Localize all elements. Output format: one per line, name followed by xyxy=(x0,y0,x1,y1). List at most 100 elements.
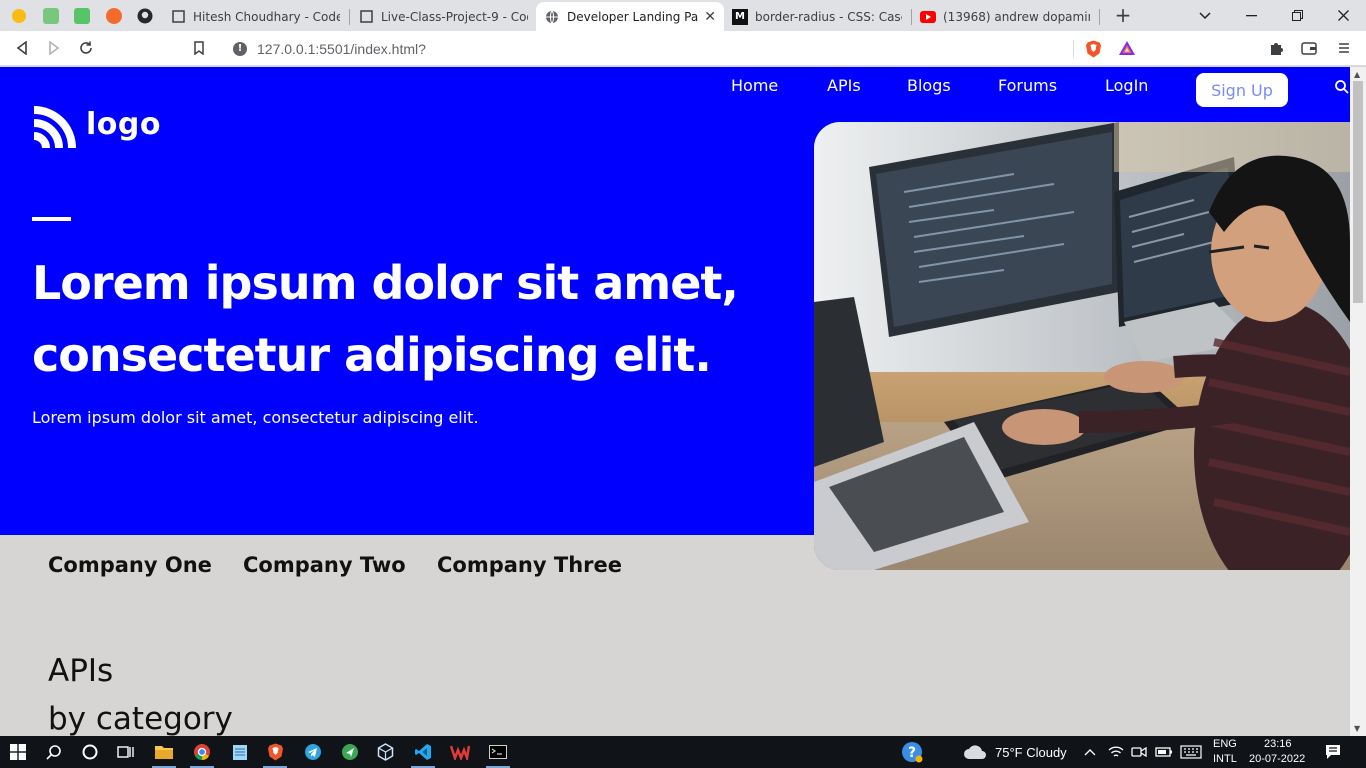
windows-taskbar: ? 75°F Cloudy ENG INTL 23:16 20-07-2022 xyxy=(0,736,1366,768)
tab-mdn[interactable]: M border-radius - CSS: Cascad xyxy=(724,2,910,31)
notepad-icon xyxy=(233,745,247,760)
tab-search-button[interactable] xyxy=(1182,0,1228,31)
search-icon[interactable] xyxy=(1334,79,1350,95)
wallet-icon xyxy=(1301,41,1317,55)
minimize-button[interactable] xyxy=(1228,0,1274,31)
nav-link-forums[interactable]: Forums xyxy=(998,76,1057,95)
weather-text[interactable]: 75°F Cloudy xyxy=(995,745,1067,760)
info-icon[interactable]: ! xyxy=(233,41,247,56)
restore-icon xyxy=(1291,10,1303,21)
address-bar[interactable]: ! 127.0.0.1:5501/index.html? xyxy=(221,35,1145,62)
extensions-button[interactable] xyxy=(1263,36,1289,60)
taskbar-terminal[interactable] xyxy=(486,740,510,768)
apis-heading-line-1: APIs xyxy=(48,653,114,689)
taskbar-virtualbox[interactable] xyxy=(373,740,397,764)
taskbar-search-button[interactable] xyxy=(42,740,66,764)
start-button[interactable] xyxy=(6,740,30,764)
hero-subtitle: Lorem ipsum dolor sit amet, consectetur … xyxy=(32,408,479,427)
battery-icon[interactable] xyxy=(1155,746,1173,758)
svg-text:?: ? xyxy=(908,745,916,761)
taskbar-brave[interactable] xyxy=(263,740,287,768)
clock-date[interactable]: 20-07-2022 xyxy=(1249,753,1305,765)
new-tab-button[interactable]: + xyxy=(1112,3,1134,27)
taskbar-vscode[interactable] xyxy=(411,740,435,768)
bulb-icon xyxy=(12,9,26,23)
tab-title: Hitesh Choudhary - CodeSan xyxy=(193,9,340,24)
restore-button[interactable] xyxy=(1274,0,1320,31)
close-window-button[interactable] xyxy=(1320,0,1366,31)
wifi-icon[interactable] xyxy=(1108,745,1124,759)
puzzle-icon xyxy=(1270,42,1283,55)
menu-button[interactable] xyxy=(1331,36,1357,60)
nav-link-apis[interactable]: APIs xyxy=(827,76,861,95)
tray-chevron-up-icon[interactable] xyxy=(1084,748,1096,756)
taskbar-green-app[interactable] xyxy=(338,740,362,764)
scroll-down-arrow-icon[interactable]: ▼ xyxy=(1354,724,1360,733)
notifications-icon[interactable] xyxy=(1325,744,1341,760)
tab-codesandbox-2[interactable]: Live-Class-Project-9 - CodeS xyxy=(350,2,536,31)
nav-link-blogs[interactable]: Blogs xyxy=(907,76,951,95)
scrollbar-thumb[interactable] xyxy=(1353,81,1363,303)
pinned-tab-orange[interactable] xyxy=(103,5,125,27)
brave-shields-icon[interactable] xyxy=(1085,40,1102,58)
tab-developer-landing-page[interactable]: Developer Landing Page ✕ xyxy=(536,2,724,31)
hero-title-line-1: Lorem ipsum dolor sit amet, xyxy=(32,256,739,310)
scroll-up-arrow-icon[interactable]: ▲ xyxy=(1354,70,1360,79)
meet-now-icon[interactable] xyxy=(1131,745,1147,759)
circle-app-icon xyxy=(106,8,122,24)
taskbar-wps[interactable] xyxy=(448,740,472,764)
taskbar-chrome[interactable] xyxy=(190,740,214,768)
hero-title: Lorem ipsum dolor sit amet, consectetur … xyxy=(32,247,792,391)
brave-rewards-icon[interactable] xyxy=(1118,40,1136,56)
logo-text: logo xyxy=(86,107,161,142)
codesandbox-icon xyxy=(170,9,186,25)
browser-tab-strip: Hitesh Choudhary - CodeSan Live-Class-Pr… xyxy=(0,0,1366,31)
url-text: 127.0.0.1:5501/index.html? xyxy=(257,40,426,57)
company-three: Company Three xyxy=(437,553,622,577)
help-button[interactable]: ? xyxy=(900,740,924,764)
task-view-icon xyxy=(117,746,134,758)
cloud-weather-icon xyxy=(964,745,986,759)
page-viewport: Home APIs Blogs Forums LogIn Sign Up log… xyxy=(0,67,1350,736)
telegram-icon xyxy=(305,744,321,760)
windows-logo-icon xyxy=(10,744,26,760)
nav-link-home[interactable]: Home xyxy=(731,76,778,95)
apis-heading: APIs by category xyxy=(48,647,233,736)
signup-button[interactable]: Sign Up xyxy=(1196,73,1288,107)
apis-heading-line-2: by category xyxy=(48,701,233,736)
keyboard-icon[interactable] xyxy=(1180,745,1202,759)
taskbar-telegram[interactable] xyxy=(301,740,325,764)
folder-icon xyxy=(155,746,173,759)
company-one: Company One xyxy=(48,553,212,577)
back-button[interactable] xyxy=(9,36,35,60)
cortana-button[interactable] xyxy=(78,740,102,764)
taskbar-notepad[interactable] xyxy=(228,740,252,764)
tab-title: border-radius - CSS: Cascad xyxy=(755,9,902,24)
forward-button[interactable] xyxy=(41,36,67,60)
tab-codesandbox-1[interactable]: Hitesh Choudhary - CodeSan xyxy=(162,2,348,31)
nav-link-login[interactable]: LogIn xyxy=(1105,76,1148,95)
clock-time[interactable]: 23:16 xyxy=(1264,738,1292,750)
bookmark-button[interactable] xyxy=(186,36,212,60)
codesandbox-icon xyxy=(358,9,374,25)
browser-toolbar: ! 127.0.0.1:5501/index.html? xyxy=(0,31,1366,66)
reload-button[interactable] xyxy=(73,36,99,60)
pinned-tab-bracket[interactable] xyxy=(40,5,62,27)
code-bracket-icon xyxy=(43,8,59,24)
search-icon xyxy=(46,745,61,760)
pinned-tab-keep[interactable] xyxy=(8,5,30,27)
wallet-button[interactable] xyxy=(1296,36,1322,60)
tab-separator xyxy=(1099,9,1100,25)
pinned-tab-play[interactable] xyxy=(71,5,93,27)
forward-arrow-icon xyxy=(49,41,60,55)
keyboard-layout[interactable]: INTL xyxy=(1213,753,1237,765)
pinned-tab-github[interactable] xyxy=(134,5,156,27)
page-scrollbar[interactable]: ▲ ▼ xyxy=(1350,67,1366,736)
language-code[interactable]: ENG xyxy=(1213,738,1237,750)
task-view-button[interactable] xyxy=(114,740,138,764)
close-tab-icon[interactable]: ✕ xyxy=(704,9,716,25)
company-logos-row: Company One Company Two Company Three xyxy=(0,553,800,583)
tab-youtube[interactable]: (13968) andrew dopamine p xyxy=(912,2,1098,31)
command-prompt-icon xyxy=(489,745,507,759)
taskbar-file-explorer[interactable] xyxy=(152,740,176,768)
